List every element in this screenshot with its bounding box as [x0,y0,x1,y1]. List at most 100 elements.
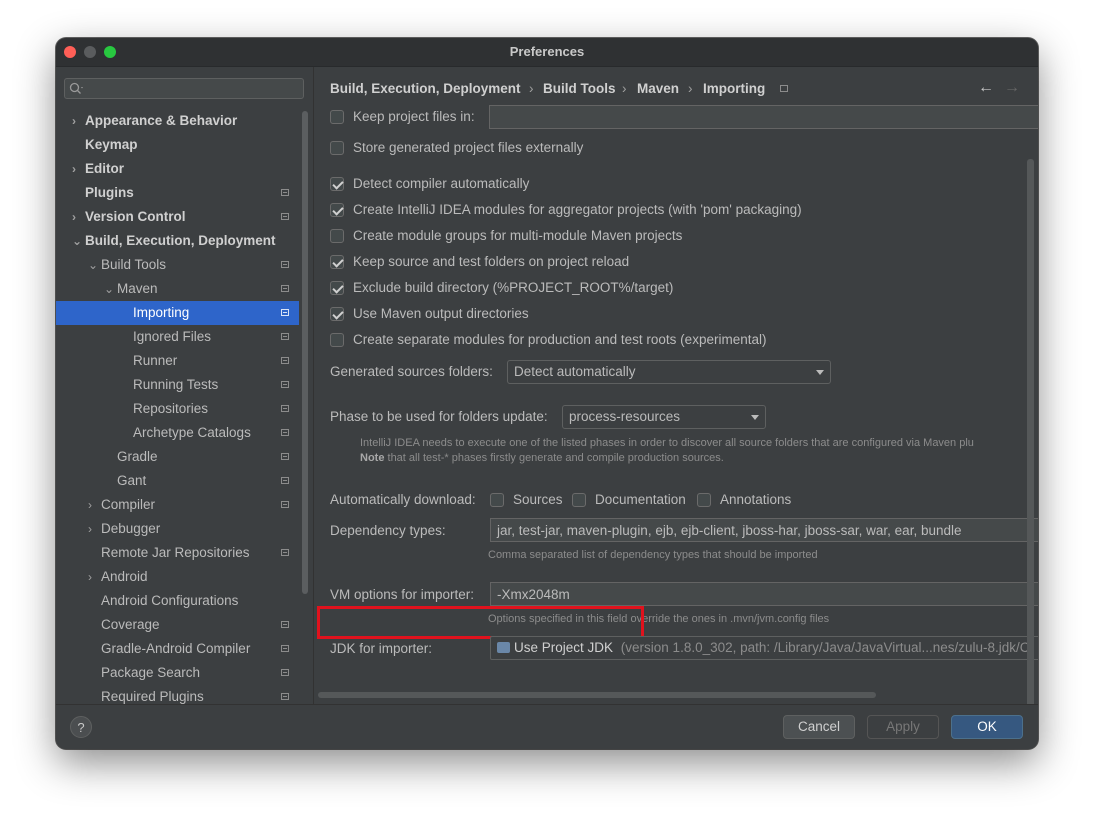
ok-button[interactable]: OK [951,715,1023,739]
phase-label: Phase to be used for folders update: [330,409,548,424]
sidebar-item-coverage[interactable]: Coverage [56,613,299,637]
horizontal-scrollbar[interactable] [318,692,876,698]
sidebar-item-label: Android [101,569,148,584]
sidebar-item-gradle[interactable]: Gradle [56,445,299,469]
sidebar-scrollbar[interactable] [302,111,308,594]
apply-button[interactable]: Apply [867,715,939,739]
sidebar-item-label: Gant [117,473,147,488]
generated-sources-dropdown[interactable]: Detect automatically [507,360,831,384]
chevron-right-icon[interactable]: › [72,157,84,181]
breadcrumb-item-build-tools[interactable]: Build Tools [543,81,616,96]
sidebar-item-runner[interactable]: Runner [56,349,299,373]
jdk-detail: (version 1.8.0_302, path: /Library/Java/… [620,640,1030,655]
store-generated-checkbox[interactable] [330,141,344,155]
sidebar-item-debugger[interactable]: › Debugger [56,517,299,541]
chevron-down-icon [751,415,759,420]
sidebar-item-android-configurations[interactable]: Android Configurations [56,589,299,613]
sidebar-item-running-tests[interactable]: Running Tests [56,373,299,397]
sidebar-item-package-search[interactable]: Package Search [56,661,299,685]
sidebar-item-gant[interactable]: Gant [56,469,299,493]
option-checkbox[interactable] [330,255,344,269]
sidebar-item-label: Gradle [117,449,158,464]
sidebar-item-plugins[interactable]: Plugins [56,181,299,205]
sidebar-item-gradle-android-compiler[interactable]: Gradle-Android Compiler [56,637,299,661]
breadcrumb-item-importing: Importing [703,81,766,96]
breadcrumb-item-maven[interactable]: Maven [637,81,679,96]
keep-project-files-path-field[interactable] [489,105,1038,129]
sidebar-item-importing[interactable]: Importing [56,301,299,325]
sidebar-item-label: Android Configurations [101,593,239,608]
sidebar-item-build-tools[interactable]: ⌄ Build Tools [56,253,299,277]
help-button[interactable]: ? [70,716,92,738]
sidebar-item-label: Remote Jar Repositories [101,545,250,560]
breadcrumb-item-build-execution-deployment[interactable]: Build, Execution, Deployment [330,81,521,96]
breadcrumb-separator: › [529,81,534,96]
sidebar-item-label: Plugins [85,185,134,200]
forward-arrow-icon[interactable]: → [1004,79,1020,97]
option-checkbox[interactable] [330,307,344,321]
dependency-types-field[interactable]: jar, test-jar, maven-plugin, ejb, ejb-cl… [490,518,1038,542]
option-checkbox[interactable] [330,281,344,295]
preferences-window: Preferences › Appearance & Behavior Keymap… [56,38,1038,749]
sidebar-item-label: Gradle-Android Compiler [101,641,251,656]
sidebar-item-label: Version Control [85,209,186,224]
option-label: Create module groups for multi-module Ma… [353,228,683,243]
sidebar-item-keymap[interactable]: Keymap [56,133,299,157]
chevron-down-icon[interactable]: ⌄ [104,277,116,301]
cancel-button[interactable]: Cancel [783,715,855,739]
sidebar-item-label: Ignored Files [133,329,212,344]
sidebar-item-archetype-catalogs[interactable]: Archetype Catalogs [56,421,299,445]
project-settings-icon [281,429,289,436]
keep-project-files-checkbox[interactable] [330,110,344,124]
option-label: Detect compiler automatically [353,176,530,191]
sidebar-item-required-plugins[interactable]: Required Plugins [56,685,299,704]
download-documentation-checkbox[interactable] [572,493,586,507]
sidebar-item-maven[interactable]: ⌄ Maven [56,277,299,301]
keep-project-files-label: Keep project files in: [353,109,475,124]
chevron-down-icon[interactable]: ⌄ [88,253,100,277]
vm-options-field[interactable]: -Xmx2048m [490,582,1038,606]
option-checkbox[interactable] [330,177,344,191]
sidebar-item-appearance-behavior[interactable]: › Appearance & Behavior [56,109,299,133]
project-settings-icon [281,261,289,268]
project-settings-icon [780,85,788,92]
sidebar-item-compiler[interactable]: › Compiler [56,493,299,517]
chevron-right-icon[interactable]: › [72,205,84,229]
phase-dropdown[interactable]: process-resources [562,405,766,429]
sidebar-item-label: Appearance & Behavior [85,113,238,128]
sidebar-item-remote-jar-repositories[interactable]: Remote Jar Repositories [56,541,299,565]
sidebar-item-ignored-files[interactable]: Ignored Files [56,325,299,349]
project-settings-icon [281,621,289,628]
sidebar-item-label: Maven [117,281,158,296]
phase-hint-line2: Note that all test-* phases firstly gene… [360,452,724,464]
sidebar-item-build-execution-deployment[interactable]: ⌄ Build, Execution, Deployment [56,229,299,253]
sidebar-item-version-control[interactable]: › Version Control [56,205,299,229]
phase-hint-line1: IntelliJ IDEA needs to execute one of th… [360,437,974,449]
option-checkbox[interactable] [330,203,344,217]
search-icon [69,82,83,94]
chevron-right-icon[interactable]: › [72,109,84,133]
settings-content: Build, Execution, Deployment › Build Too… [314,67,1038,704]
option-checkbox[interactable] [330,333,344,347]
option-label: Keep source and test folders on project … [353,254,630,269]
chevron-right-icon[interactable]: › [88,565,100,589]
sidebar-item-editor[interactable]: › Editor [56,157,299,181]
sidebar-item-label: Build Tools [101,257,167,272]
sidebar-item-label: Compiler [101,497,156,512]
sidebar-item-repositories[interactable]: Repositories [56,397,299,421]
project-settings-icon [281,669,289,676]
download-annotations-checkbox[interactable] [697,493,711,507]
jdk-dropdown[interactable]: Use Project JDK (version 1.8.0_302, path… [490,636,1038,660]
option-checkbox[interactable] [330,229,344,243]
chevron-right-icon[interactable]: › [88,493,100,517]
option-label: Create IntelliJ IDEA modules for aggrega… [353,202,802,217]
back-arrow-icon[interactable]: ← [978,79,994,97]
chevron-right-icon[interactable]: › [88,517,100,541]
chevron-down-icon[interactable]: ⌄ [72,229,84,253]
phase-hint-note: Note [360,452,385,464]
content-scrollbar[interactable] [1027,159,1034,704]
sidebar-item-android[interactable]: › Android [56,565,299,589]
settings-search-input[interactable] [64,78,304,99]
download-sources-checkbox[interactable] [490,493,504,507]
sidebar-item-label: Repositories [133,401,209,416]
